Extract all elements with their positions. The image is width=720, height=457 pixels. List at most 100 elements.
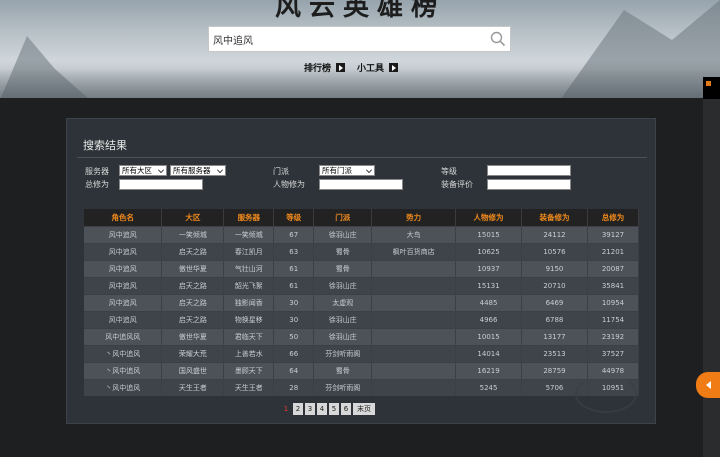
results-body: 风中追风 一笑倾城 一笑倾城 67 徐羽山庄 大鸟 15015 24112 39127 风中追风启… — [84, 225, 640, 396]
site-logo: 风云英雄榜 — [275, 0, 446, 22]
search-icon[interactable] — [486, 27, 510, 51]
table-cell: 傲世华夏 — [161, 327, 225, 345]
table-cell: 徐羽山庄 — [313, 276, 373, 294]
table-cell: 国风盛世 — [161, 361, 225, 379]
table-cell — [371, 378, 457, 396]
table-cell: 风中追风 — [84, 259, 163, 277]
table-cell: 28759 — [521, 361, 588, 379]
page-link-current[interactable]: 1 — [281, 403, 291, 415]
table-cell: 枫叶百货商店 — [371, 242, 457, 260]
column-header[interactable]: 势力 — [371, 209, 457, 226]
table-cell: 63 — [273, 242, 315, 260]
sect-select[interactable]: 所有门派 — [319, 165, 375, 176]
column-header[interactable]: 角色名 — [84, 209, 163, 226]
table-cell: 4966 — [455, 310, 523, 328]
table-cell: 10937 — [455, 259, 523, 277]
table-cell: 丶风中追风 — [84, 361, 163, 379]
level-label: 等级 — [441, 167, 457, 176]
total-power-label: 总修为 — [85, 180, 109, 189]
page-link[interactable]: 2 — [293, 403, 303, 415]
cloud-swirl-decoration — [575, 375, 637, 413]
column-header[interactable]: 等级 — [273, 209, 315, 226]
table-row[interactable]: 风中追风风 傲世华夏 君临天下 50 徐羽山庄 10015 13177 23192 — [84, 327, 640, 345]
table-cell: 14014 — [455, 344, 523, 362]
nav-ranking-link[interactable]: 排行榜 — [304, 61, 346, 74]
page-link[interactable]: 4 — [317, 403, 327, 415]
server-select[interactable]: 所有服务器 — [170, 165, 226, 176]
table-row[interactable]: 风中追风 启天之路 春江凯月 63 蜀骨 枫叶百货商店 10625 10576 21201 — [84, 242, 640, 260]
table-row[interactable]: 风中追风 启天之路 独影闻香 30 太虚观 4485 6469 10954 — [84, 293, 640, 311]
table-cell — [371, 259, 457, 277]
page-link[interactable]: 3 — [305, 403, 315, 415]
equip-rating-label: 装备评价 — [441, 180, 473, 189]
results-table: 角色名 大区 服务器 等级 门派 势力 人物修为 装备修为 总修为 风中追风 一笑… — [84, 209, 640, 396]
table-cell: 芬剑听雨阁 — [313, 344, 373, 362]
table-cell: 蜀骨 — [313, 259, 373, 277]
table-cell — [371, 327, 457, 345]
nav-tools-label: 小工具 — [357, 64, 385, 74]
column-header[interactable]: 总修为 — [587, 209, 640, 226]
table-cell: 23192 — [587, 327, 640, 345]
table-cell: 启天之路 — [161, 310, 225, 328]
table-cell: 一笑倾城 — [223, 225, 275, 243]
equip-rating-input[interactable] — [487, 179, 571, 190]
last-page-link[interactable]: 末页 — [353, 403, 375, 415]
table-cell: 64 — [273, 361, 315, 379]
region-select[interactable]: 所有大区 — [119, 165, 167, 176]
char-power-label: 人物修为 — [273, 180, 305, 189]
column-header[interactable]: 大区 — [161, 209, 225, 226]
table-cell: 20710 — [521, 276, 588, 294]
search-input[interactable] — [209, 27, 486, 51]
column-header[interactable]: 人物修为 — [455, 209, 523, 226]
table-cell: 61 — [273, 259, 315, 277]
table-cell: 丶风中追风 — [84, 344, 163, 362]
header-banner: 风云英雄榜 排行榜 小工具 — [0, 0, 720, 98]
table-cell: 独影闻香 — [223, 293, 275, 311]
table-row[interactable]: 风中追风 一笑倾城 一笑倾城 67 徐羽山庄 大鸟 15015 24112 39127 — [84, 225, 640, 243]
table-cell: 风中追风 — [84, 293, 163, 311]
chevron-down-icon — [217, 167, 223, 173]
table-cell: 气壮山河 — [223, 259, 275, 277]
table-row[interactable]: 风中追风 傲世华夏 气壮山河 61 蜀骨 10937 9150 20087 — [84, 259, 640, 277]
table-row[interactable]: 丶风中追风 荣耀大荒 上善若水 66 芬剑听雨阁 14014 23513 37527 — [84, 344, 640, 362]
column-header[interactable]: 门派 — [313, 209, 373, 226]
results-title: 搜索结果 — [83, 139, 127, 152]
table-cell: 天生王者 — [223, 378, 275, 396]
table-cell — [371, 276, 457, 294]
table-cell: 67 — [273, 225, 315, 243]
table-row[interactable]: 丶风中追风 天生王者 天生王者 28 芬剑听雨阁 5245 5706 10951 — [84, 378, 640, 396]
table-cell: 24112 — [521, 225, 588, 243]
table-cell: 28 — [273, 378, 315, 396]
level-input[interactable] — [487, 165, 571, 176]
table-row[interactable]: 丶风中追风 国风盛世 墨顾天下 64 蜀骨 16219 28759 44978 — [84, 361, 640, 379]
table-cell: 韶光飞絮 — [223, 276, 275, 294]
table-cell: 风中追风 — [84, 242, 163, 260]
table-row[interactable]: 风中追风 启天之路 韶光飞絮 61 徐羽山庄 15131 20710 35841 — [84, 276, 640, 294]
table-cell: 30 — [273, 293, 315, 311]
column-header[interactable]: 装备修为 — [521, 209, 588, 226]
table-cell: 37527 — [587, 344, 640, 362]
table-row[interactable]: 风中追风 启天之路 物换星移 30 徐羽山庄 4966 6788 11754 — [84, 310, 640, 328]
corner-mark-icon — [706, 81, 711, 86]
chevron-down-icon — [366, 167, 372, 173]
page-link[interactable]: 6 — [341, 403, 351, 415]
side-collapse-button[interactable] — [696, 372, 720, 398]
table-cell: 61 — [273, 276, 315, 294]
page-link[interactable]: 5 — [329, 403, 339, 415]
nav-tools-link[interactable]: 小工具 — [357, 61, 399, 74]
side-float-widget[interactable] — [703, 77, 720, 99]
table-cell: 太虚观 — [313, 293, 373, 311]
table-cell: 丶风中追风 — [84, 378, 163, 396]
char-power-input[interactable] — [319, 179, 403, 190]
table-cell: 15131 — [455, 276, 523, 294]
total-power-input[interactable] — [119, 179, 203, 190]
column-header[interactable]: 服务器 — [223, 209, 275, 226]
table-cell: 芬剑听雨阁 — [313, 378, 373, 396]
server-select-value: 所有服务器 — [173, 166, 211, 175]
play-arrow-icon — [336, 63, 346, 72]
table-cell: 6788 — [521, 310, 588, 328]
table-cell: 39127 — [587, 225, 640, 243]
table-cell: 35841 — [587, 276, 640, 294]
search-bar[interactable] — [208, 26, 511, 52]
table-cell: 徐羽山庄 — [313, 310, 373, 328]
